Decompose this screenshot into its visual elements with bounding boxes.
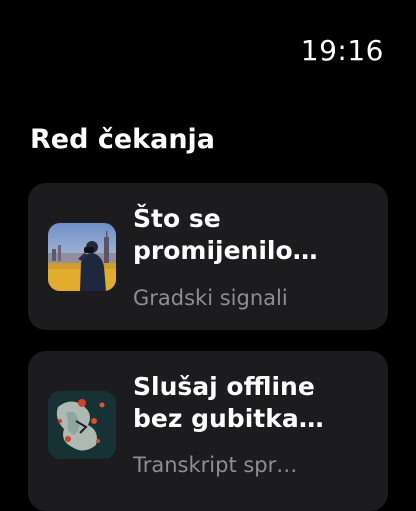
queue-item-title: Što se promijenilo… — [133, 204, 318, 265]
queue-item-subtitle: Transkript spr… — [133, 453, 298, 477]
abstract-map-artwork — [48, 391, 116, 459]
status-time: 19:16 — [300, 34, 384, 67]
queue-item[interactable]: Što se promijenilo… Gradski signali — [28, 183, 388, 330]
city-photographer-artwork — [48, 223, 116, 291]
queue-item-subtitle: Gradski signali — [133, 286, 288, 310]
queue-title: Red čekanja — [30, 124, 216, 155]
queue-item[interactable]: Slušaj offline bez gubitka… Transkript s… — [28, 351, 388, 511]
queue-item-title: Slušaj offline bez gubitka… — [133, 372, 324, 433]
